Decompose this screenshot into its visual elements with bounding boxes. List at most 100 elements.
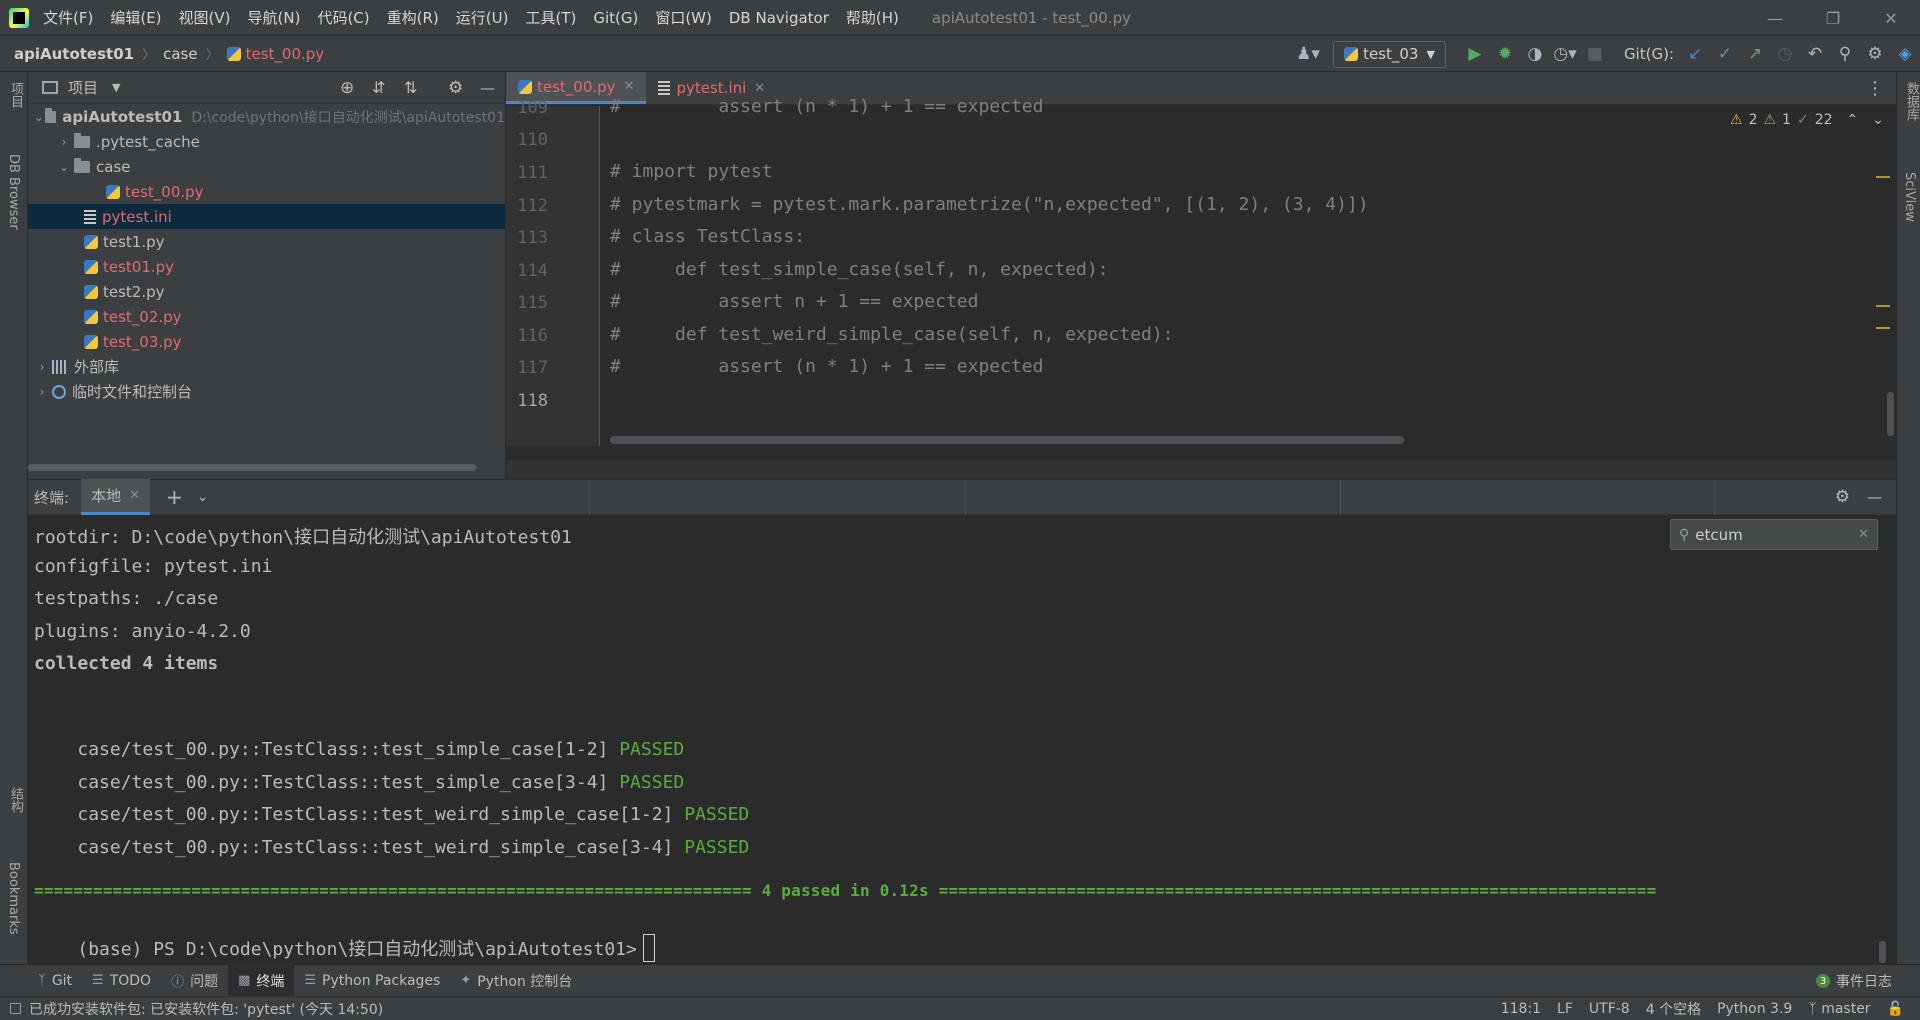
close-window-button[interactable]: ✕	[1862, 0, 1920, 36]
terminal-output[interactable]: rootdir: D:\code\python\接口自动化测试\apiAutot…	[28, 515, 1896, 964]
menu-db-navigator[interactable]: DB Navigator	[729, 9, 829, 27]
tree-item-pytest-cache[interactable]: › .pytest_cache	[28, 129, 505, 154]
chevron-down-icon[interactable]: ▼	[112, 81, 120, 94]
terminal-prompt-line[interactable]: (base) PS D:\code\python\接口自动化测试\apiAuto…	[34, 913, 655, 964]
menu-git[interactable]: Git(G)	[593, 9, 638, 27]
new-terminal-plus-icon[interactable]: +	[166, 485, 183, 509]
tree-item-test01[interactable]: test01.py	[28, 254, 505, 279]
database-tool-button[interactable]: 数据库	[1902, 82, 1920, 121]
breadcrumb-folder[interactable]: case	[163, 45, 197, 63]
menu-help[interactable]: 帮助(H)	[846, 7, 899, 28]
git-commit-icon[interactable]: ✓	[1710, 39, 1740, 69]
structure-tool-button[interactable]: 结构	[6, 787, 25, 813]
editor-vertical-scrollbar[interactable]	[1887, 392, 1894, 436]
hide-panel-icon[interactable]: —	[1867, 488, 1882, 506]
file-encoding[interactable]: UTF-8	[1589, 1001, 1630, 1017]
locate-file-icon[interactable]: ⊕	[340, 78, 354, 98]
close-icon[interactable]: ✕	[624, 79, 635, 94]
chevron-right-icon[interactable]: ›	[32, 385, 52, 399]
terminal-search-input[interactable]	[1695, 525, 1846, 544]
run-icon[interactable]: ▶	[1460, 39, 1490, 69]
restore-button[interactable]: ❐	[1804, 0, 1862, 36]
terminal-search-box[interactable]: ⚲ ✕	[1670, 519, 1878, 550]
clear-search-icon[interactable]: ✕	[1858, 527, 1869, 542]
breadcrumb-project[interactable]: apiAutotest01	[14, 45, 134, 63]
chevron-right-icon[interactable]: ›	[54, 135, 74, 149]
tool-todo[interactable]: ☰ TODO	[82, 965, 161, 997]
more-options-icon[interactable]: ⋮	[1866, 72, 1896, 104]
tool-git[interactable]: ᛉ Git	[28, 965, 82, 997]
event-log-button[interactable]: 3 事件日志	[1816, 965, 1892, 997]
tree-item-pytest-ini[interactable]: pytest.ini	[28, 204, 505, 229]
project-tool-button[interactable]: 项目	[6, 82, 25, 108]
terminal-tab-local[interactable]: 本地 ✕	[81, 479, 150, 515]
db-browser-tool-button[interactable]: DB Browser	[6, 154, 21, 230]
terminal-vertical-scrollbar[interactable]	[1879, 941, 1886, 963]
coverage-icon[interactable]: ◑	[1520, 39, 1550, 69]
menu-run[interactable]: 运行(U)	[456, 7, 509, 28]
collapse-all-icon[interactable]: ⇅	[404, 78, 417, 97]
menu-refactor[interactable]: 重构(R)	[387, 7, 439, 28]
panel-settings-gear-icon[interactable]: ⚙	[448, 78, 463, 98]
run-configuration-select[interactable]: test_03 ▼	[1333, 40, 1446, 68]
git-update-icon[interactable]: ↙	[1680, 39, 1710, 69]
editor-horizontal-scrollbar[interactable]	[610, 436, 1404, 444]
tree-item-test2[interactable]: test2.py	[28, 279, 505, 304]
code-line[interactable]: # pytestmark = pytest.mark.parametrize("…	[610, 194, 1369, 215]
tool-python-console[interactable]: ✦ Python 控制台	[450, 965, 582, 997]
code-line[interactable]: # assert n + 1 == expected	[610, 291, 978, 312]
code-line[interactable]: # import pytest	[610, 161, 773, 182]
error-stripe-marker[interactable]	[1876, 305, 1890, 307]
code-line[interactable]: # class TestClass:	[610, 226, 805, 247]
tool-terminal[interactable]: ▩ 终端	[228, 964, 295, 997]
debug-icon[interactable]: ✹	[1490, 39, 1520, 69]
tree-item-test-02[interactable]: test_02.py	[28, 304, 505, 329]
expand-all-icon[interactable]: ⇵	[372, 78, 385, 97]
project-panel-title[interactable]: 项目	[68, 77, 98, 98]
close-icon[interactable]: ✕	[129, 488, 140, 503]
menu-file[interactable]: 文件(F)	[43, 7, 93, 28]
indent-setting[interactable]: 4 个空格	[1646, 999, 1701, 1019]
lock-icon[interactable]: 🔓	[1887, 1001, 1904, 1017]
menu-window[interactable]: 窗口(W)	[655, 7, 712, 28]
bookmarks-tool-button[interactable]: Bookmarks	[6, 862, 21, 935]
tree-item-external-libraries[interactable]: › 外部库	[28, 354, 505, 379]
menu-view[interactable]: 视图(V)	[179, 7, 231, 28]
git-history-icon[interactable]: ◷	[1770, 39, 1800, 69]
chevron-down-icon[interactable]: ⌄	[32, 110, 45, 124]
terminal-settings-gear-icon[interactable]: ⚙	[1835, 487, 1850, 507]
minimize-button[interactable]: —	[1746, 0, 1804, 36]
code-line[interactable]: # def test_simple_case(self, n, expected…	[610, 259, 1109, 280]
plugin-logo-icon[interactable]: ◈	[1890, 39, 1920, 69]
tree-item-test1[interactable]: test1.py	[28, 229, 505, 254]
code-line[interactable]: # assert (n * 1) + 1 == expected	[610, 96, 1043, 117]
chevron-down-icon[interactable]: ⌄	[197, 489, 209, 505]
git-branch-widget[interactable]: ᛉ master	[1808, 1001, 1870, 1017]
inspection-widget[interactable]: ⚠ 2 ⚠ 1 ✓ 22 ⌃ ⌄	[1730, 112, 1884, 128]
cursor-position[interactable]: 118:1	[1501, 1001, 1541, 1017]
chevron-right-icon[interactable]: ›	[32, 360, 52, 374]
menu-edit[interactable]: 编辑(E)	[110, 7, 161, 28]
error-stripe-marker[interactable]	[1876, 176, 1890, 178]
close-icon[interactable]: ✕	[754, 81, 765, 96]
menu-navigate[interactable]: 导航(N)	[248, 7, 301, 28]
python-interpreter[interactable]: Python 3.9	[1717, 1001, 1792, 1017]
user-icon[interactable]: ♟▾	[1293, 39, 1323, 69]
chevron-down-icon[interactable]: ⌄	[54, 160, 74, 174]
line-separator[interactable]: LF	[1557, 1001, 1573, 1017]
menu-tools[interactable]: 工具(T)	[525, 7, 576, 28]
tool-problems[interactable]: ⓘ 问题	[161, 965, 228, 997]
chevron-up-icon[interactable]: ⌃	[1847, 112, 1859, 128]
stop-icon[interactable]: ■	[1580, 39, 1610, 69]
menu-code[interactable]: 代码(C)	[317, 7, 369, 28]
error-stripe-marker[interactable]	[1876, 327, 1890, 329]
search-icon[interactable]: ⚲	[1830, 39, 1860, 69]
project-horizontal-scrollbar[interactable]	[28, 464, 476, 471]
tree-item-case[interactable]: ⌄ case	[28, 154, 505, 179]
status-message[interactable]: 已成功安装软件包: 已安装软件包: 'pytest' (今天 14:50)	[29, 999, 383, 1019]
tree-item-scratches[interactable]: › 临时文件和控制台	[28, 379, 505, 404]
breadcrumb-file[interactable]: test_00.py	[246, 45, 325, 63]
profile-icon[interactable]: ◷▾	[1550, 39, 1580, 69]
tree-item-root[interactable]: ⌄ apiAutotest01 D:\code\python\接口自动化测试\a…	[28, 104, 505, 129]
git-push-icon[interactable]: ↗	[1740, 39, 1770, 69]
